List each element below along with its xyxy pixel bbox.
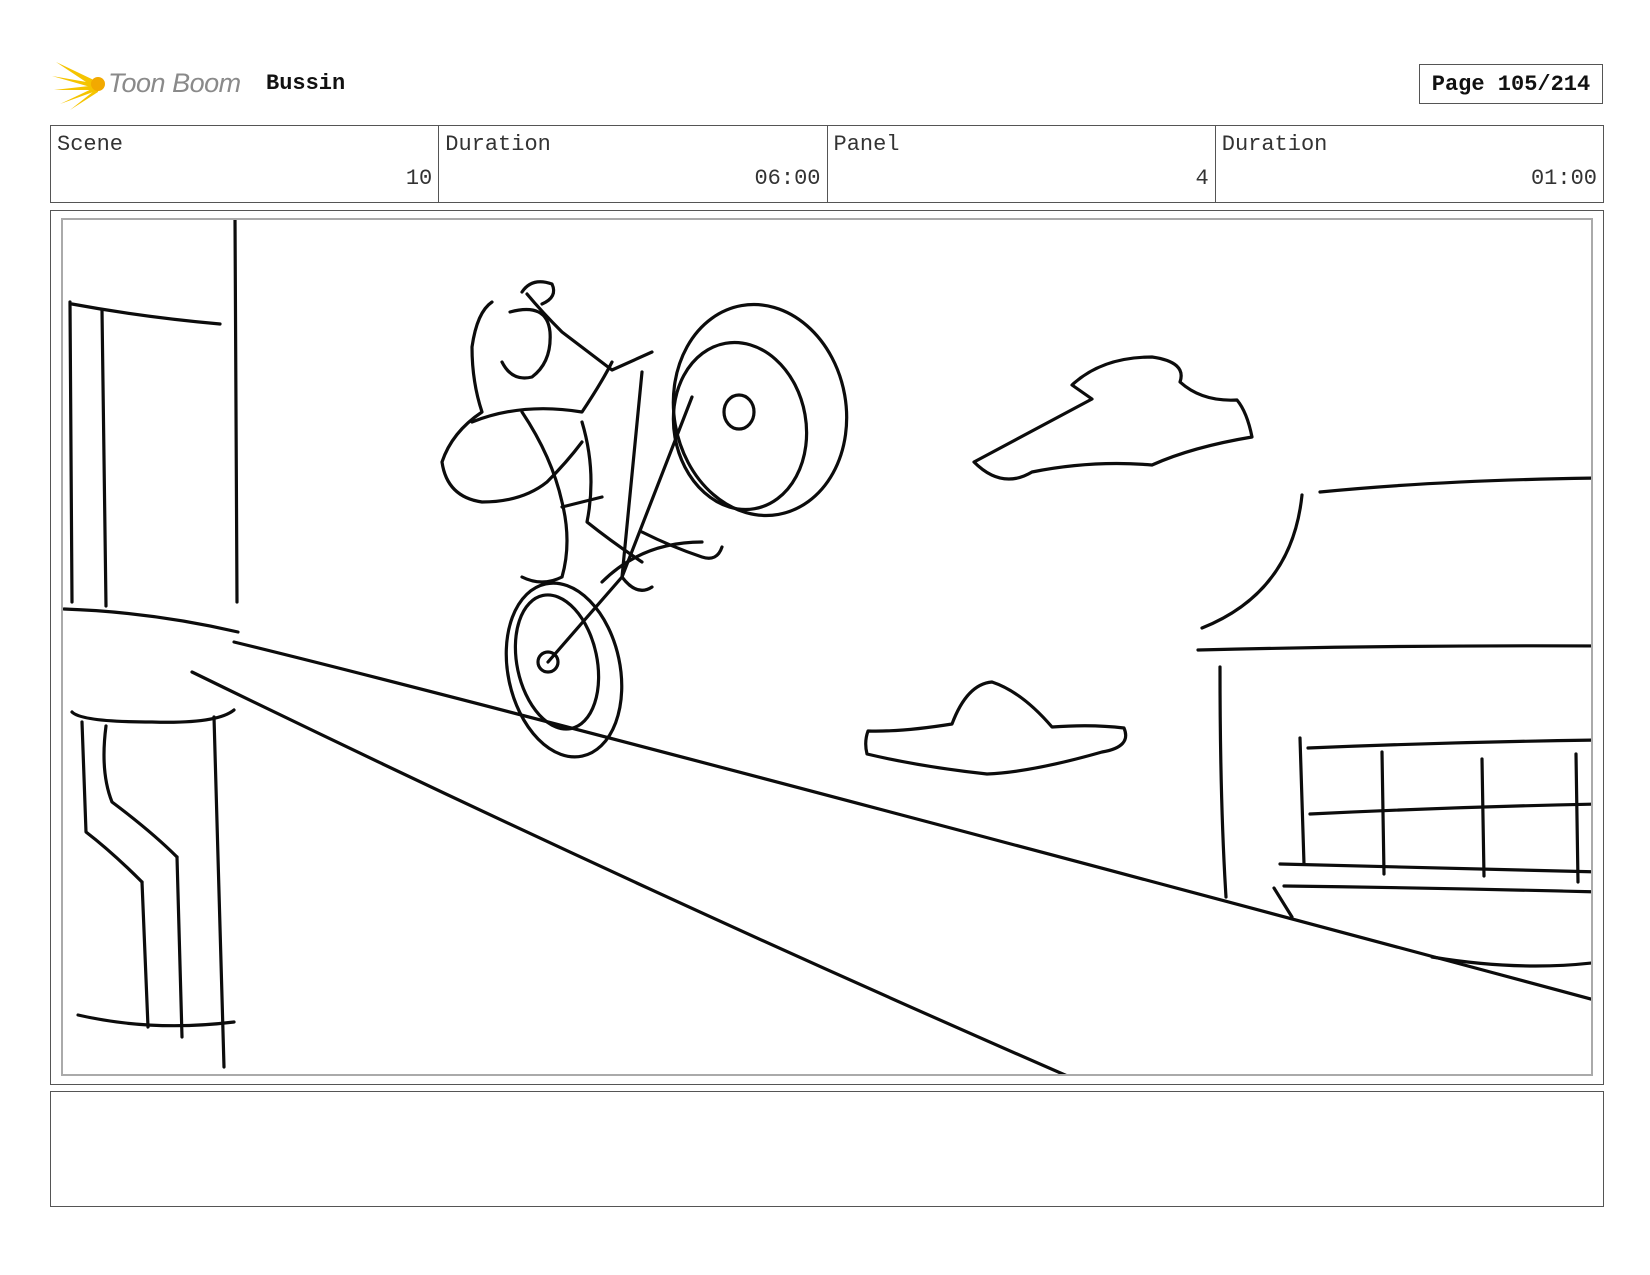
panel-info-row: Scene 10 Duration 06:00 Panel 4 Duration… [50, 125, 1604, 203]
logo-text: Toon Boom [108, 68, 241, 98]
toon-boom-starburst-icon [52, 62, 105, 110]
scene-duration-label: Duration [445, 132, 551, 157]
panel-duration-label: Duration [1221, 132, 1328, 157]
panel-cell: Panel 4 [828, 126, 1216, 202]
clouds-sketch [864, 355, 1254, 776]
scene-cell: Scene 10 [51, 126, 440, 202]
bike-rider-sketch [440, 280, 849, 759]
panel-value: 4 [1195, 166, 1209, 191]
panel-duration-cell: Duration 01:00 [1216, 126, 1603, 202]
panel-duration-value: 01:00 [1530, 166, 1597, 191]
project-title: Bussin [266, 71, 346, 96]
right-house-sketch [1196, 476, 1591, 968]
notes-area [50, 1091, 1604, 1207]
scene-duration-cell: Duration 06:00 [439, 126, 828, 202]
panel-image [61, 218, 1593, 1076]
page-indicator: Page 105/214 [1419, 64, 1603, 104]
scene-duration-value: 06:00 [754, 166, 821, 191]
scene-value: 10 [405, 166, 433, 191]
toon-boom-logo: Toon Boom [52, 56, 252, 112]
scene-label: Scene [57, 132, 124, 157]
panel-label: Panel [833, 132, 900, 157]
storyboard-sketch [63, 220, 1591, 1074]
